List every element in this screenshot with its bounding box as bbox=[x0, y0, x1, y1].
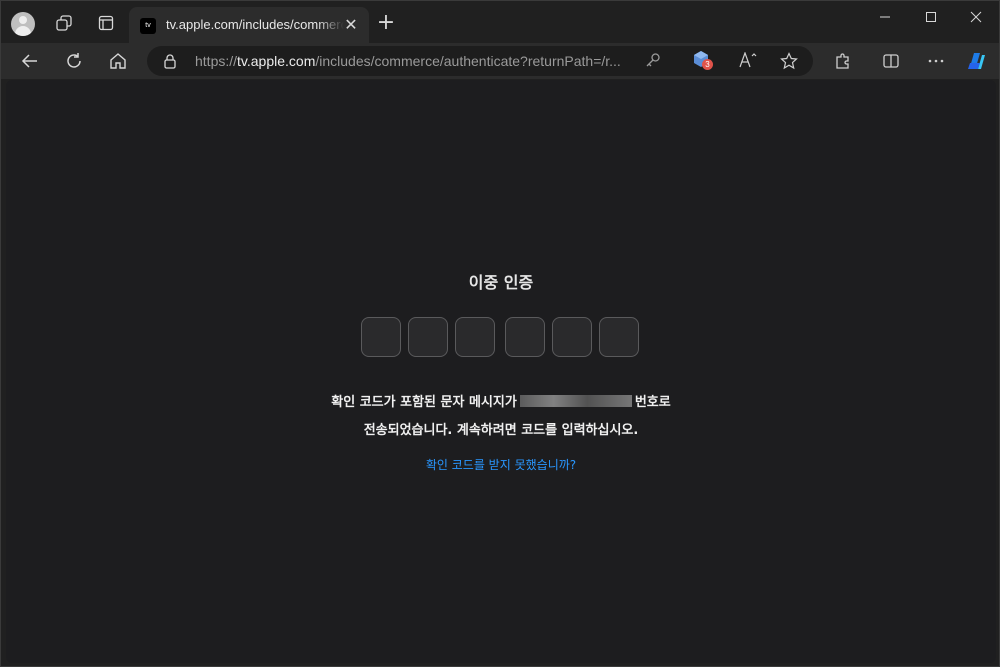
code-digit-6[interactable] bbox=[599, 317, 639, 357]
tab-bar: tv tv.apple.com/includes/commerce/authen… bbox=[1, 1, 999, 43]
tab-actions-icon[interactable] bbox=[93, 10, 119, 36]
tab-title: tv.apple.com/includes/commerce/authentic… bbox=[166, 17, 344, 32]
verification-code-input bbox=[6, 317, 996, 359]
url-path: /includes/commerce/authenticate?returnPa… bbox=[315, 53, 621, 69]
window-close-icon[interactable] bbox=[953, 1, 999, 33]
message-line-2: 전송되었습니다. 계속하려면 코드를 입력하십시오. bbox=[363, 423, 639, 438]
maximize-icon[interactable] bbox=[908, 1, 954, 33]
read-aloud-icon[interactable] bbox=[739, 51, 757, 72]
message-line-1: 확인 코드가 포함된 문자 메시지가 번호로 bbox=[6, 391, 996, 410]
copilot-icon[interactable] bbox=[963, 47, 991, 75]
profile-icon[interactable] bbox=[11, 12, 35, 36]
resend-code-link[interactable]: 확인 코드를 받지 못했습니까? bbox=[6, 456, 996, 473]
extension-icon[interactable]: 3 bbox=[691, 49, 715, 73]
code-digit-4[interactable] bbox=[505, 317, 545, 357]
page-title: 이중 인증 bbox=[468, 273, 534, 292]
extension-badge: 3 bbox=[702, 59, 713, 70]
lock-icon[interactable] bbox=[163, 53, 177, 73]
key-icon[interactable] bbox=[645, 52, 661, 72]
apple-tv-favicon: tv bbox=[140, 18, 156, 34]
browser-window: tv tv.apple.com/includes/commerce/authen… bbox=[0, 0, 1000, 667]
minimize-icon[interactable] bbox=[862, 1, 908, 33]
url-host: tv.apple.com bbox=[237, 53, 316, 69]
url-text[interactable]: https://tv.apple.com/includes/commerce/a… bbox=[195, 53, 621, 69]
extensions-puzzle-icon[interactable] bbox=[829, 47, 857, 75]
home-icon[interactable] bbox=[104, 47, 132, 75]
back-icon[interactable] bbox=[16, 47, 44, 75]
refresh-icon[interactable] bbox=[60, 47, 88, 75]
code-digit-1[interactable] bbox=[361, 317, 401, 357]
page-content: 이중 인증 확인 코드가 포함된 문자 메시지가 번호로 전송되었습니다. 계속하… bbox=[6, 80, 996, 663]
code-digit-5[interactable] bbox=[552, 317, 592, 357]
navigation-toolbar: https://tv.apple.com/includes/commerce/a… bbox=[1, 43, 999, 79]
code-digit-3[interactable] bbox=[455, 317, 495, 357]
split-screen-icon[interactable] bbox=[877, 47, 905, 75]
message-text-after: 번호로 bbox=[634, 395, 671, 410]
favorite-star-icon[interactable] bbox=[780, 52, 798, 74]
plus-icon[interactable]: + bbox=[375, 12, 397, 35]
url-scheme: https:// bbox=[195, 53, 238, 69]
workspaces-icon[interactable] bbox=[51, 10, 77, 36]
message-text-before: 확인 코드가 포함된 문자 메시지가 bbox=[331, 395, 517, 410]
active-tab[interactable]: tv tv.apple.com/includes/commerce/authen… bbox=[129, 7, 369, 43]
code-digit-2[interactable] bbox=[408, 317, 448, 357]
more-icon[interactable] bbox=[922, 47, 950, 75]
address-bar[interactable]: https://tv.apple.com/includes/commerce/a… bbox=[147, 46, 813, 76]
close-icon[interactable]: ✕ bbox=[341, 15, 361, 35]
redacted-phone-number bbox=[519, 395, 632, 407]
